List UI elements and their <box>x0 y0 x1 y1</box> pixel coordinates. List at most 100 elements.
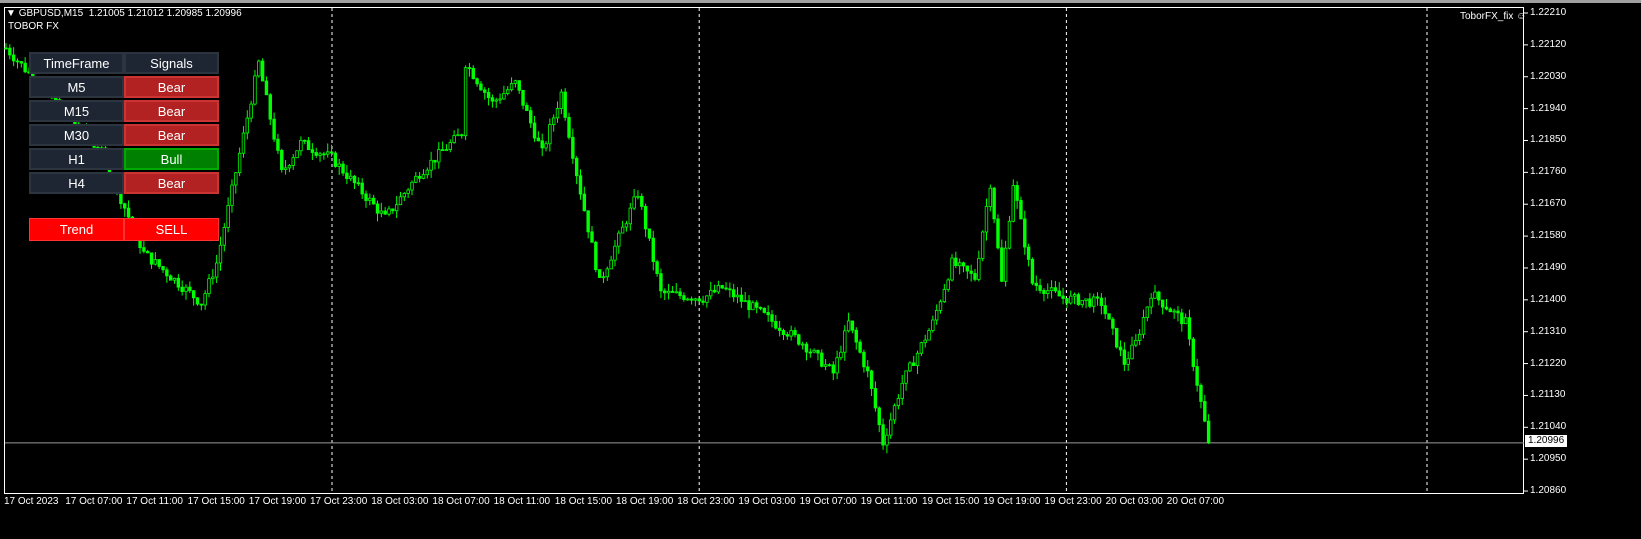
candle-body <box>188 286 192 292</box>
candle-body <box>460 134 464 137</box>
candle-body <box>475 78 479 85</box>
price-tick: 1.22120 <box>1530 38 1567 50</box>
candle-body <box>1126 358 1130 365</box>
candle-body <box>862 351 866 368</box>
candle-body <box>835 357 839 374</box>
candle-body <box>927 330 931 341</box>
smiley-icon[interactable]: ☺ <box>1516 11 1526 22</box>
candle-body <box>253 75 257 105</box>
candle-body <box>184 286 188 292</box>
candle-body <box>513 80 518 84</box>
time-tick: 17 Oct 23:00 <box>310 496 368 507</box>
candle-body <box>712 289 717 293</box>
price-tick: 1.20860 <box>1530 485 1567 497</box>
candle-body <box>1168 308 1173 313</box>
candle-body <box>724 287 728 290</box>
candle-body <box>1206 420 1211 444</box>
candle-body <box>1023 218 1027 248</box>
candle-body <box>509 83 514 91</box>
candle-body <box>161 266 165 271</box>
candle-body <box>1061 295 1065 299</box>
candle-body <box>237 152 242 174</box>
candle-body <box>356 182 361 185</box>
table-row: M5 Bear <box>29 76 219 98</box>
candle-body <box>919 342 924 354</box>
candle-body <box>1072 294 1077 297</box>
candle-body <box>716 285 721 293</box>
candle-body <box>1038 285 1042 291</box>
candle-body <box>735 294 740 298</box>
candle-body <box>1034 282 1038 286</box>
candle-body <box>180 286 184 292</box>
candle-body <box>693 298 698 301</box>
candle-body <box>636 195 640 198</box>
dropdown-arrow-icon[interactable]: ▼ <box>6 8 16 19</box>
candle-body <box>563 91 567 118</box>
chart-window[interactable]: ▼ GBPUSD,M15 1.21005 1.21012 1.20985 1.2… <box>0 0 1641 536</box>
candle-body <box>1149 297 1153 308</box>
price-tick: 1.21760 <box>1530 166 1567 178</box>
candle-body <box>425 169 429 176</box>
candle-body <box>908 362 912 372</box>
candle-body <box>326 151 330 155</box>
candle-body <box>663 290 667 294</box>
candle-body <box>146 250 150 254</box>
candle-body <box>490 97 495 102</box>
price-tick: 1.21940 <box>1530 102 1567 114</box>
candle-body <box>153 259 158 265</box>
candle-body <box>540 140 544 149</box>
timeframe-cell: M15 <box>29 100 124 122</box>
candle-body <box>1057 290 1061 297</box>
candle-body <box>954 257 958 267</box>
time-tick: 19 Oct 07:00 <box>799 496 857 507</box>
candle-body <box>168 275 173 281</box>
candle-body <box>318 153 322 156</box>
candle-body <box>774 321 778 329</box>
time-tick: 19 Oct 11:00 <box>860 496 918 507</box>
time-tick: 18 Oct 15:00 <box>554 496 613 507</box>
candle-body <box>816 349 820 354</box>
candle-body <box>571 136 575 159</box>
candle-body <box>965 265 970 272</box>
price-tick: 1.21850 <box>1530 134 1567 146</box>
candle-body <box>303 139 307 142</box>
candle-body <box>624 223 629 228</box>
price-tick: 1.21670 <box>1530 198 1567 210</box>
candle-body <box>329 151 334 154</box>
candle-body <box>1088 298 1092 307</box>
table-row: M15 Bear <box>29 100 219 122</box>
candle-body <box>463 67 468 137</box>
candle-body <box>647 228 652 239</box>
candle-body <box>456 134 460 137</box>
candle-body <box>850 320 855 331</box>
candle-body <box>291 157 295 166</box>
candle-body <box>1092 296 1096 307</box>
candle-body <box>276 138 280 151</box>
candle-body <box>218 244 223 264</box>
candle-body <box>866 366 870 372</box>
candle-body <box>1103 305 1107 315</box>
candle-body <box>371 197 376 205</box>
candle-body <box>421 174 426 179</box>
candle-body <box>957 262 962 267</box>
candle-body <box>241 132 246 154</box>
price-tick: 1.21580 <box>1530 230 1567 242</box>
candle-body <box>383 210 387 215</box>
candle-body <box>471 67 475 80</box>
candle-body <box>609 259 613 270</box>
time-tick: 19 Oct 03:00 <box>738 496 796 507</box>
candle-body <box>938 301 943 311</box>
candle-body <box>992 187 996 220</box>
candle-body <box>529 110 533 124</box>
candle-body <box>521 89 525 106</box>
candle-body <box>272 118 276 140</box>
price-tick: 1.22030 <box>1530 70 1567 82</box>
candle-body <box>1153 291 1157 299</box>
trend-row: Trend SELL <box>29 218 219 243</box>
candle-body <box>889 419 893 436</box>
candle-body <box>280 149 284 170</box>
candle-body <box>934 309 939 321</box>
candle-body <box>360 182 364 195</box>
candle-body <box>348 175 353 180</box>
candle-body <box>854 329 858 343</box>
